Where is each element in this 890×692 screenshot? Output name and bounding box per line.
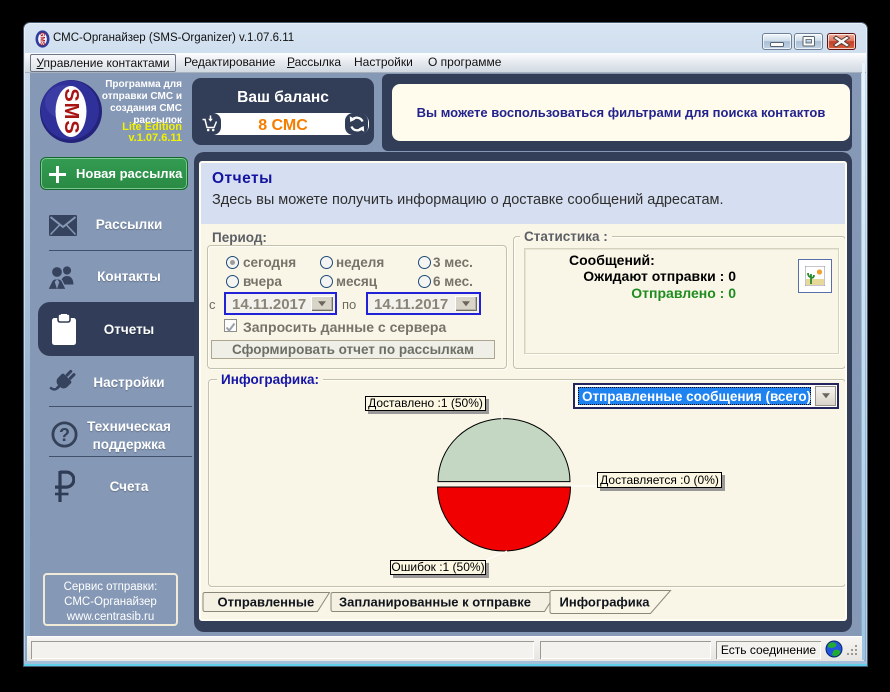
svg-text:Запланированные к отправке: Запланированные к отправке: [339, 595, 531, 610]
svg-text:Отправленные: Отправленные: [218, 595, 315, 610]
svg-text:SMS: SMS: [38, 32, 45, 47]
svg-text:Инфографика: Инфографика: [560, 595, 651, 610]
svg-text:?: ?: [59, 425, 70, 445]
